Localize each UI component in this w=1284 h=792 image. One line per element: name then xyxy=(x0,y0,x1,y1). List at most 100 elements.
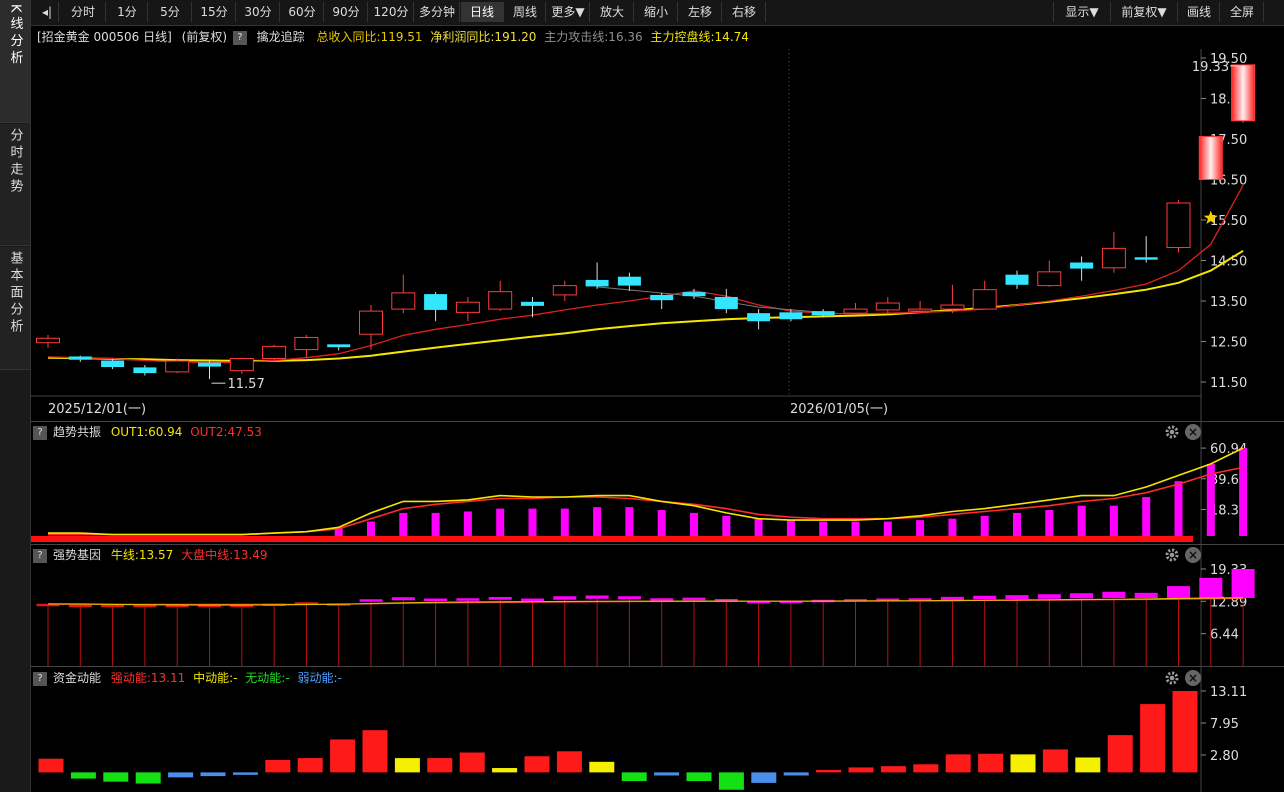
period-more-dropdown[interactable]: 更多▼ xyxy=(547,2,590,22)
out2-line xyxy=(48,466,1244,536)
momentum-bar xyxy=(1075,757,1101,773)
gene-bar xyxy=(1231,569,1255,599)
gene-bar xyxy=(488,597,512,600)
fund-momentum-chart[interactable]: 13.11 7.95 2.80 xyxy=(31,667,1284,792)
momentum-bar xyxy=(70,772,96,779)
resonance-bar xyxy=(851,521,860,536)
momentum-bar xyxy=(1042,749,1068,773)
ma-red-line xyxy=(47,184,1244,364)
momentum-bar xyxy=(168,772,194,778)
rail-tab-fundamental[interactable]: 基本面分析 xyxy=(0,247,30,370)
candle-body xyxy=(424,294,448,310)
gene-bar xyxy=(650,598,674,601)
period-weekly[interactable]: 周线 xyxy=(505,2,546,22)
gene-bar xyxy=(1070,593,1094,599)
collapse-left-icon[interactable]: ◂| xyxy=(36,2,59,22)
out1-line xyxy=(48,447,1244,536)
momentum-bar xyxy=(1107,735,1133,773)
candle-body xyxy=(747,313,771,322)
resonance-bar xyxy=(528,508,537,536)
period-1min[interactable]: 1分 xyxy=(107,2,148,22)
candle-body xyxy=(165,360,190,373)
period-15min[interactable]: 15分 xyxy=(193,2,236,22)
candle-body xyxy=(327,344,351,348)
pan-left-button[interactable]: 左移 xyxy=(679,2,722,22)
momentum-bar xyxy=(103,772,129,782)
resonance-bar xyxy=(786,520,795,536)
momentum-bar xyxy=(492,768,518,773)
resonance-bar xyxy=(1109,505,1118,536)
trend-resonance-chart[interactable]: 60.9439.6618.37 xyxy=(31,422,1284,544)
help-icon[interactable]: ? xyxy=(232,30,247,45)
period-90min[interactable]: 90分 xyxy=(325,2,368,22)
baseline-band xyxy=(31,536,1193,542)
candle-body xyxy=(488,291,513,310)
period-60min[interactable]: 60分 xyxy=(281,2,324,22)
resonance-bar xyxy=(657,510,666,536)
period-daily[interactable]: 日线 xyxy=(461,2,504,22)
close-icon[interactable]: × xyxy=(1185,670,1201,686)
momentum-bar xyxy=(232,772,258,775)
adjust-label: (前复权) xyxy=(181,30,228,44)
momentum-bar xyxy=(816,769,842,773)
momentum-bar xyxy=(330,739,356,773)
date-label: 2025/12/01(一) xyxy=(48,402,146,417)
momentum-bar xyxy=(1010,754,1036,773)
resonance-bar xyxy=(722,515,731,536)
close-icon[interactable]: × xyxy=(1185,547,1201,563)
period-30min[interactable]: 30分 xyxy=(237,2,280,22)
period-multi-min[interactable]: 多分钟 xyxy=(415,2,460,22)
gene-bar xyxy=(1037,594,1061,599)
candle-body xyxy=(972,289,997,310)
momentum-bar xyxy=(718,772,744,790)
gene-bar xyxy=(1167,586,1190,599)
momentum-bar xyxy=(783,772,809,776)
gene-bar xyxy=(68,604,92,608)
zoom-in-button[interactable]: 放大 xyxy=(591,2,634,22)
close-icon[interactable]: × xyxy=(1185,424,1201,440)
candle-body xyxy=(714,296,738,310)
period-fenshi[interactable]: 分时 xyxy=(61,2,106,22)
rail-tab-kline[interactable]: K线分析 xyxy=(0,0,30,123)
gene-bar xyxy=(682,597,706,601)
candle-body xyxy=(68,356,92,360)
kline-chart[interactable]: 19.5018.5017.5016.5015.5014.5013.5012.50… xyxy=(31,49,1284,421)
low-price-label: 11.57 xyxy=(228,377,265,392)
gene-bar xyxy=(553,596,577,600)
pan-right-button[interactable]: 右移 xyxy=(723,2,766,22)
momentum-bar xyxy=(751,772,777,783)
resonance-bar xyxy=(916,520,925,536)
date-label: 2026/01/05(一) xyxy=(790,402,888,417)
revenue-yoy: 总收入同比:119.51 xyxy=(316,30,423,44)
resonance-bar xyxy=(948,518,957,536)
indicator-name[interactable]: 擒龙追踪 xyxy=(257,30,305,44)
fullscreen-button[interactable]: 全屏 xyxy=(1221,2,1264,22)
y-tick-label: 7.95 xyxy=(1210,717,1239,732)
gear-icon[interactable] xyxy=(1164,547,1180,563)
resonance-bar xyxy=(883,521,892,536)
period-toolbar: ◂| 分时 1分 5分 15分 30分 60分 90分 120分 多分钟 日线 … xyxy=(31,0,1284,26)
candle-body xyxy=(1231,64,1256,122)
adjust-dropdown[interactable]: 前复权▼ xyxy=(1111,2,1178,22)
candle-body xyxy=(229,358,254,372)
gene-bar xyxy=(940,596,964,601)
period-5min[interactable]: 5分 xyxy=(149,2,192,22)
momentum-bar xyxy=(913,764,939,773)
draw-button[interactable]: 画线 xyxy=(1179,2,1220,22)
display-dropdown[interactable]: 显示▼ xyxy=(1053,2,1111,22)
momentum-bar xyxy=(978,753,1004,773)
strong-gene-chart[interactable]: 19.3312.896.44 xyxy=(31,545,1284,666)
rail-tab-intraday[interactable]: 分时走势 xyxy=(0,124,30,246)
candle-body xyxy=(650,294,674,301)
gear-icon[interactable] xyxy=(1164,670,1180,686)
zoom-out-button[interactable]: 缩小 xyxy=(635,2,678,22)
candle-body xyxy=(1037,271,1062,287)
candle-body xyxy=(1134,257,1158,260)
y-tick-label: 13.11 xyxy=(1210,685,1247,700)
candle-body xyxy=(585,279,609,287)
resonance-bar xyxy=(980,515,989,536)
stock-title: [招金黄金 000506 日线] xyxy=(37,30,172,44)
period-120min[interactable]: 120分 xyxy=(369,2,414,22)
gear-icon[interactable] xyxy=(1164,424,1180,440)
profit-yoy: 净利润同比:191.20 xyxy=(430,30,537,44)
